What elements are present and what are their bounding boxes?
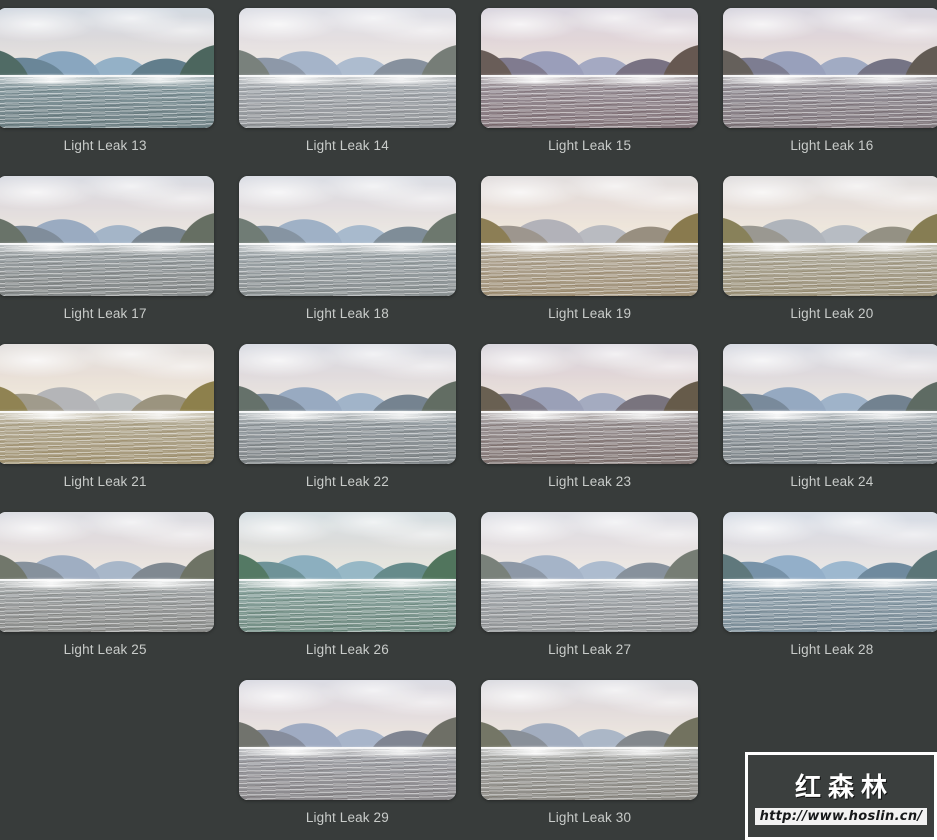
thumbnail-cell[interactable]: Light Leak 20 <box>723 168 937 336</box>
thumbnail-label: Light Leak 28 <box>790 642 874 657</box>
thumbnail-label: Light Leak 17 <box>63 306 147 321</box>
light-leak-overlay <box>723 8 937 128</box>
thumbnail-label: Light Leak 26 <box>305 642 389 657</box>
thumbnail-cell[interactable]: Light Leak 26 <box>238 504 456 672</box>
thumbnail-label: Light Leak 13 <box>63 138 147 153</box>
thumbnail-image[interactable] <box>238 512 456 632</box>
thumbnail-image[interactable] <box>723 176 937 296</box>
light-leak-overlay <box>0 344 214 464</box>
thumbnail-label: Light Leak 27 <box>548 642 632 657</box>
light-leak-overlay <box>481 344 698 464</box>
light-leak-overlay <box>481 512 698 632</box>
thumbnail-cell[interactable]: Light Leak 14 <box>238 0 456 168</box>
thumbnail-cell[interactable]: Light Leak 18 <box>238 168 456 336</box>
thumbnail-image[interactable] <box>481 680 699 800</box>
thumbnail-image[interactable] <box>238 8 456 128</box>
thumbnail-label: Light Leak 15 <box>548 138 632 153</box>
thumbnail-image[interactable] <box>723 344 937 464</box>
thumbnail-label: Light Leak 23 <box>548 474 632 489</box>
thumbnail-label: Light Leak 14 <box>305 138 389 153</box>
light-leak-overlay <box>0 512 214 632</box>
thumbnail-cell[interactable]: Light Leak 23 <box>481 336 699 504</box>
light-leak-overlay <box>481 176 698 296</box>
light-leak-overlay <box>239 680 456 800</box>
thumbnail-label: Light Leak 24 <box>790 474 874 489</box>
thumbnail-cell[interactable]: Light Leak 13 <box>0 0 214 168</box>
thumbnail-cell[interactable]: Light Leak 17 <box>0 168 214 336</box>
thumbnail-image[interactable] <box>723 8 937 128</box>
thumbnail-image[interactable] <box>481 176 699 296</box>
thumbnail-cell[interactable]: Light Leak 28 <box>723 504 937 672</box>
light-leak-overlay <box>723 176 937 296</box>
thumbnail-label: Light Leak 25 <box>63 642 147 657</box>
thumbnail-image[interactable] <box>723 512 937 632</box>
thumbnail-grid: Light Leak 13 Light Leak 14 Light Leak 15 L… <box>0 0 937 840</box>
thumbnail-cell[interactable]: Light Leak 22 <box>238 336 456 504</box>
thumbnail-cell[interactable]: Light Leak 16 <box>723 0 937 168</box>
thumbnail-label: Light Leak 18 <box>305 306 389 321</box>
light-leak-overlay <box>481 680 698 800</box>
thumbnail-label: Light Leak 20 <box>790 306 874 321</box>
thumbnail-image[interactable] <box>481 8 699 128</box>
thumbnail-cell[interactable]: Light Leak 27 <box>481 504 699 672</box>
watermark-url: http://www.hoslin.cn/ <box>754 808 928 825</box>
light-leak-overlay <box>239 344 456 464</box>
thumbnail-cell[interactable]: Light Leak 30 <box>481 672 699 840</box>
light-leak-overlay <box>239 512 456 632</box>
light-leak-overlay <box>239 176 456 296</box>
thumbnail-cell[interactable]: Light Leak 19 <box>481 168 699 336</box>
thumbnail-label: Light Leak 21 <box>63 474 147 489</box>
thumbnail-image[interactable] <box>238 344 456 464</box>
light-leak-overlay <box>0 176 214 296</box>
thumbnail-image[interactable] <box>0 176 214 296</box>
light-leak-overlay <box>239 8 456 128</box>
light-leak-overlay <box>723 344 937 464</box>
thumbnail-cell[interactable]: Light Leak 15 <box>481 0 699 168</box>
thumbnail-label: Light Leak 19 <box>548 306 632 321</box>
watermark-brand: 红森林 <box>794 773 894 803</box>
light-leak-overlay <box>481 8 698 128</box>
thumbnail-image[interactable] <box>238 176 456 296</box>
thumbnail-image[interactable] <box>238 680 456 800</box>
thumbnail-label: Light Leak 29 <box>305 810 389 825</box>
watermark-badge: 红森林 http://www.hoslin.cn/ <box>745 752 937 840</box>
thumbnail-image[interactable] <box>481 344 699 464</box>
light-leak-overlay <box>0 8 214 128</box>
thumbnail-label: Light Leak 30 <box>548 810 632 825</box>
thumbnail-cell[interactable]: Light Leak 25 <box>0 504 214 672</box>
thumbnail-label: Light Leak 16 <box>790 138 874 153</box>
thumbnail-label: Light Leak 22 <box>305 474 389 489</box>
thumbnail-image[interactable] <box>0 512 214 632</box>
thumbnail-cell[interactable]: Light Leak 29 <box>238 672 456 840</box>
light-leak-overlay <box>723 512 937 632</box>
thumbnail-image[interactable] <box>0 344 214 464</box>
thumbnail-cell[interactable]: Light Leak 24 <box>723 336 937 504</box>
thumbnail-image[interactable] <box>481 512 699 632</box>
thumbnail-image[interactable] <box>0 8 214 128</box>
thumbnail-cell[interactable]: Light Leak 21 <box>0 336 214 504</box>
